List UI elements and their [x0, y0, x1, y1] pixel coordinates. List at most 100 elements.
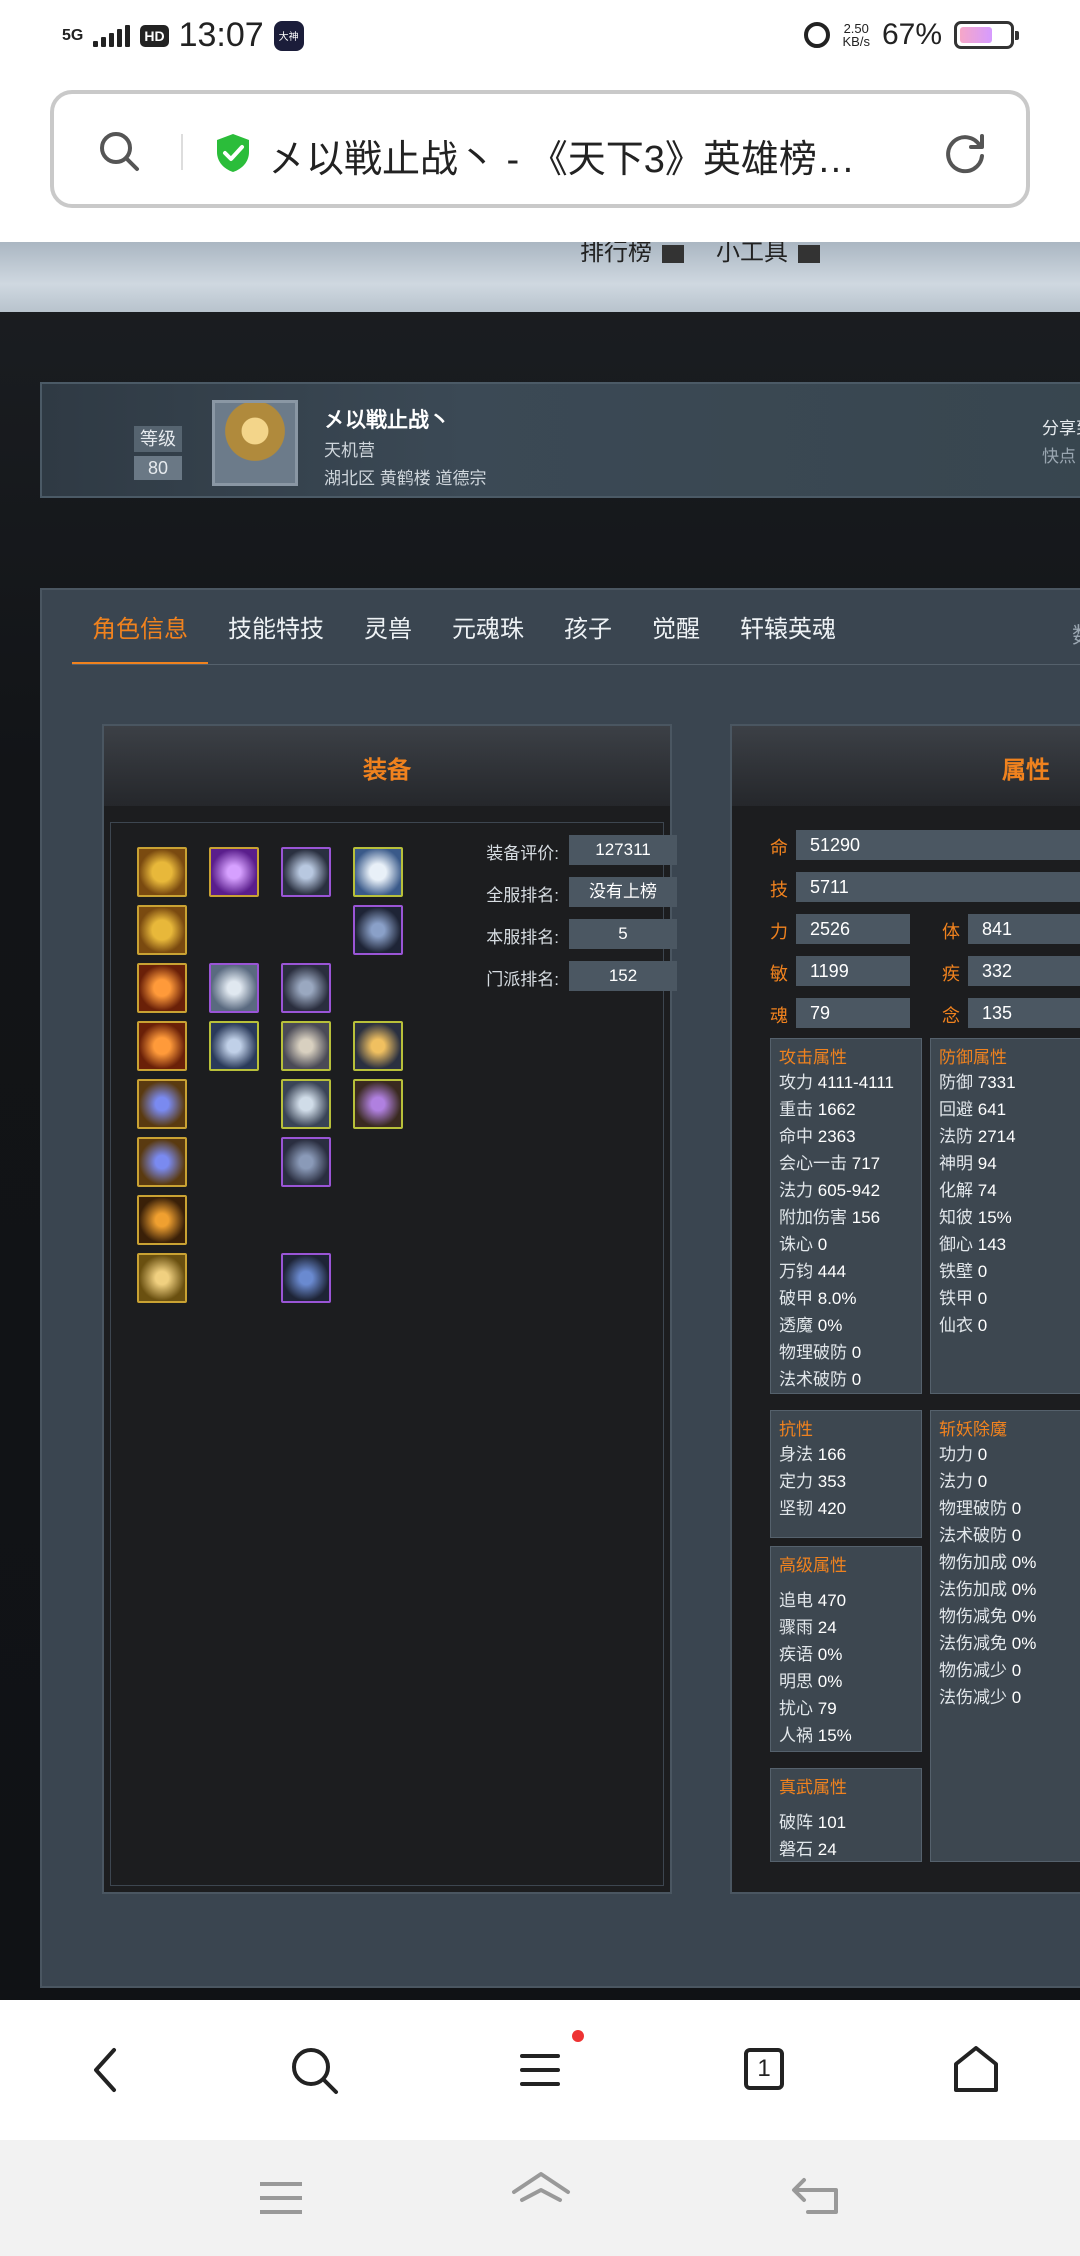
back-icon[interactable]	[76, 2040, 136, 2100]
attribute-line: 重击 1662	[779, 1096, 894, 1123]
attribute-value: 0	[977, 1316, 988, 1335]
tab-character-info[interactable]: 角色信息	[72, 608, 208, 664]
attribute-name: 化解	[939, 1181, 973, 1200]
equipment-slot[interactable]	[281, 1253, 331, 1303]
search-icon[interactable]	[284, 2040, 344, 2100]
global-rank-value: 没有上榜	[569, 877, 677, 907]
attribute-value: 2714	[977, 1127, 1016, 1146]
nav-tools[interactable]: 小工具	[716, 242, 820, 267]
tab-soul-beads[interactable]: 元魂珠	[432, 608, 544, 664]
stat-value: 51290	[796, 830, 1080, 860]
notification-dot	[572, 2030, 584, 2042]
address-bar[interactable]: 㐅以戦止战丶 - 《天下3》英雄榜…	[50, 90, 1030, 208]
equipment-slot[interactable]	[137, 905, 187, 955]
home-icon[interactable]	[508, 2170, 574, 2222]
reload-icon[interactable]	[940, 128, 990, 178]
attribute-value: 0	[1011, 1661, 1022, 1680]
stat-label: 体	[942, 922, 960, 942]
attribute-line: 知彼 15%	[939, 1204, 1016, 1231]
attack-attributes-box: 攻击属性 攻力 4111-4111 重击 1662 命中 2363 会心一击 717 法…	[770, 1038, 922, 1394]
page-title[interactable]: 㐅以戦止战丶 - 《天下3》英雄榜…	[268, 128, 968, 183]
advanced-attributes-box: 高级属性 追电 470 骤雨 24 疾语 0% 明思 0% 扰心 79 人祸 15%	[770, 1546, 922, 1752]
equipment-slot[interactable]	[353, 847, 403, 897]
attribute-value: 0	[1011, 1526, 1022, 1545]
attribute-name: 法伤减免	[939, 1634, 1007, 1653]
nav-ranking[interactable]: 排行榜	[580, 242, 684, 267]
equipment-slot[interactable]	[209, 847, 259, 897]
attribute-line: 法力 605-942	[779, 1177, 894, 1204]
attribute-value: 1662	[817, 1100, 856, 1119]
attribute-value: 444	[817, 1262, 847, 1281]
attribute-name: 人祸	[779, 1726, 813, 1745]
attribute-value: 0%	[817, 1645, 843, 1664]
equipment-slot[interactable]	[353, 1079, 403, 1129]
attribute-value: 470	[817, 1591, 847, 1610]
equipment-header: 装备	[104, 726, 670, 806]
stat-label: 魂	[770, 1006, 788, 1026]
equipment-slot[interactable]	[137, 1137, 187, 1187]
tab-skills[interactable]: 技能特技	[208, 608, 344, 664]
tab-more[interactable]: 数	[1072, 618, 1080, 650]
search-icon[interactable]	[98, 130, 140, 172]
equipment-slot[interactable]	[281, 1021, 331, 1071]
equipment-slot[interactable]	[137, 1021, 187, 1071]
attribute-line: 坚韧 420	[779, 1495, 846, 1522]
attribute-name: 扰心	[779, 1699, 813, 1718]
attribute-line: 化解 74	[939, 1177, 1016, 1204]
attribute-line: 物伤减免 0%	[939, 1603, 1036, 1630]
attribute-line: 法力 0	[939, 1468, 1036, 1495]
player-class: 天机营	[324, 441, 375, 460]
attribute-name: 法术破防	[939, 1526, 1007, 1545]
server-rank-value: 5	[569, 919, 677, 949]
share-sub: 快点	[1042, 447, 1076, 466]
attribute-line: 磐石 24	[779, 1836, 846, 1863]
attribute-value: 4111-4111	[817, 1073, 894, 1092]
tab-xuanyuan[interactable]: 轩辕英魂	[720, 608, 856, 664]
attribute-line: 防御 7331	[939, 1069, 1016, 1096]
attribute-value: 0	[851, 1370, 862, 1389]
network-speed-unit: KB/s	[842, 34, 870, 49]
browser-bottom-nav: 1	[0, 2000, 1080, 2140]
attribute-name: 定力	[779, 1472, 813, 1491]
gear-score-label: 装备评价:	[486, 844, 559, 863]
box-title: 抗性	[779, 1420, 813, 1439]
home-icon[interactable]	[946, 2040, 1006, 2100]
back-icon[interactable]	[790, 2174, 844, 2218]
attribute-value: 24	[817, 1840, 837, 1859]
attribute-name: 物伤减免	[939, 1607, 1007, 1626]
attribute-name: 疾语	[779, 1645, 813, 1664]
equipment-slot[interactable]	[281, 963, 331, 1013]
equipment-slot[interactable]	[281, 847, 331, 897]
equipment-slot[interactable]	[137, 1195, 187, 1245]
attribute-value: 0%	[817, 1672, 843, 1691]
equipment-slot[interactable]	[209, 963, 259, 1013]
equipment-panel: 装备 装备评价: 127311 全服排名: 没有上榜 本服排名: 5 门派排名:…	[102, 724, 677, 1894]
equipment-slot[interactable]	[353, 1021, 403, 1071]
attribute-value: 0	[977, 1472, 988, 1491]
attribute-line: 疾语 0%	[779, 1641, 852, 1668]
equipment-slot[interactable]	[281, 1079, 331, 1129]
attribute-line: 法术破防 0	[779, 1366, 894, 1393]
equipment-slot[interactable]	[137, 1253, 187, 1303]
attribute-name: 重击	[779, 1100, 813, 1119]
attribute-line: 人祸 15%	[779, 1722, 852, 1749]
menu-icon[interactable]	[510, 2040, 570, 2100]
tabs-button[interactable]: 1	[744, 2048, 784, 2090]
tab-pets[interactable]: 灵兽	[344, 608, 432, 664]
equipment-slot[interactable]	[137, 963, 187, 1013]
tab-awakening[interactable]: 觉醒	[632, 608, 720, 664]
attribute-line: 破阵 101	[779, 1809, 846, 1836]
attribute-value: 166	[817, 1445, 847, 1464]
equipment-slot[interactable]	[209, 1021, 259, 1071]
stat-value: 2526	[796, 914, 910, 944]
equipment-slot[interactable]	[137, 1079, 187, 1129]
equipment-slot[interactable]	[353, 905, 403, 955]
attribute-name: 神明	[939, 1154, 973, 1173]
equipment-slot[interactable]	[281, 1137, 331, 1187]
tab-children[interactable]: 孩子	[544, 608, 632, 664]
recent-apps-icon[interactable]	[256, 2178, 306, 2218]
share-link[interactable]: 分享到	[1042, 414, 1080, 439]
attribute-name: 破阵	[779, 1813, 813, 1832]
equipment-slot[interactable]	[137, 847, 187, 897]
attribute-line: 万钧 444	[779, 1258, 894, 1285]
